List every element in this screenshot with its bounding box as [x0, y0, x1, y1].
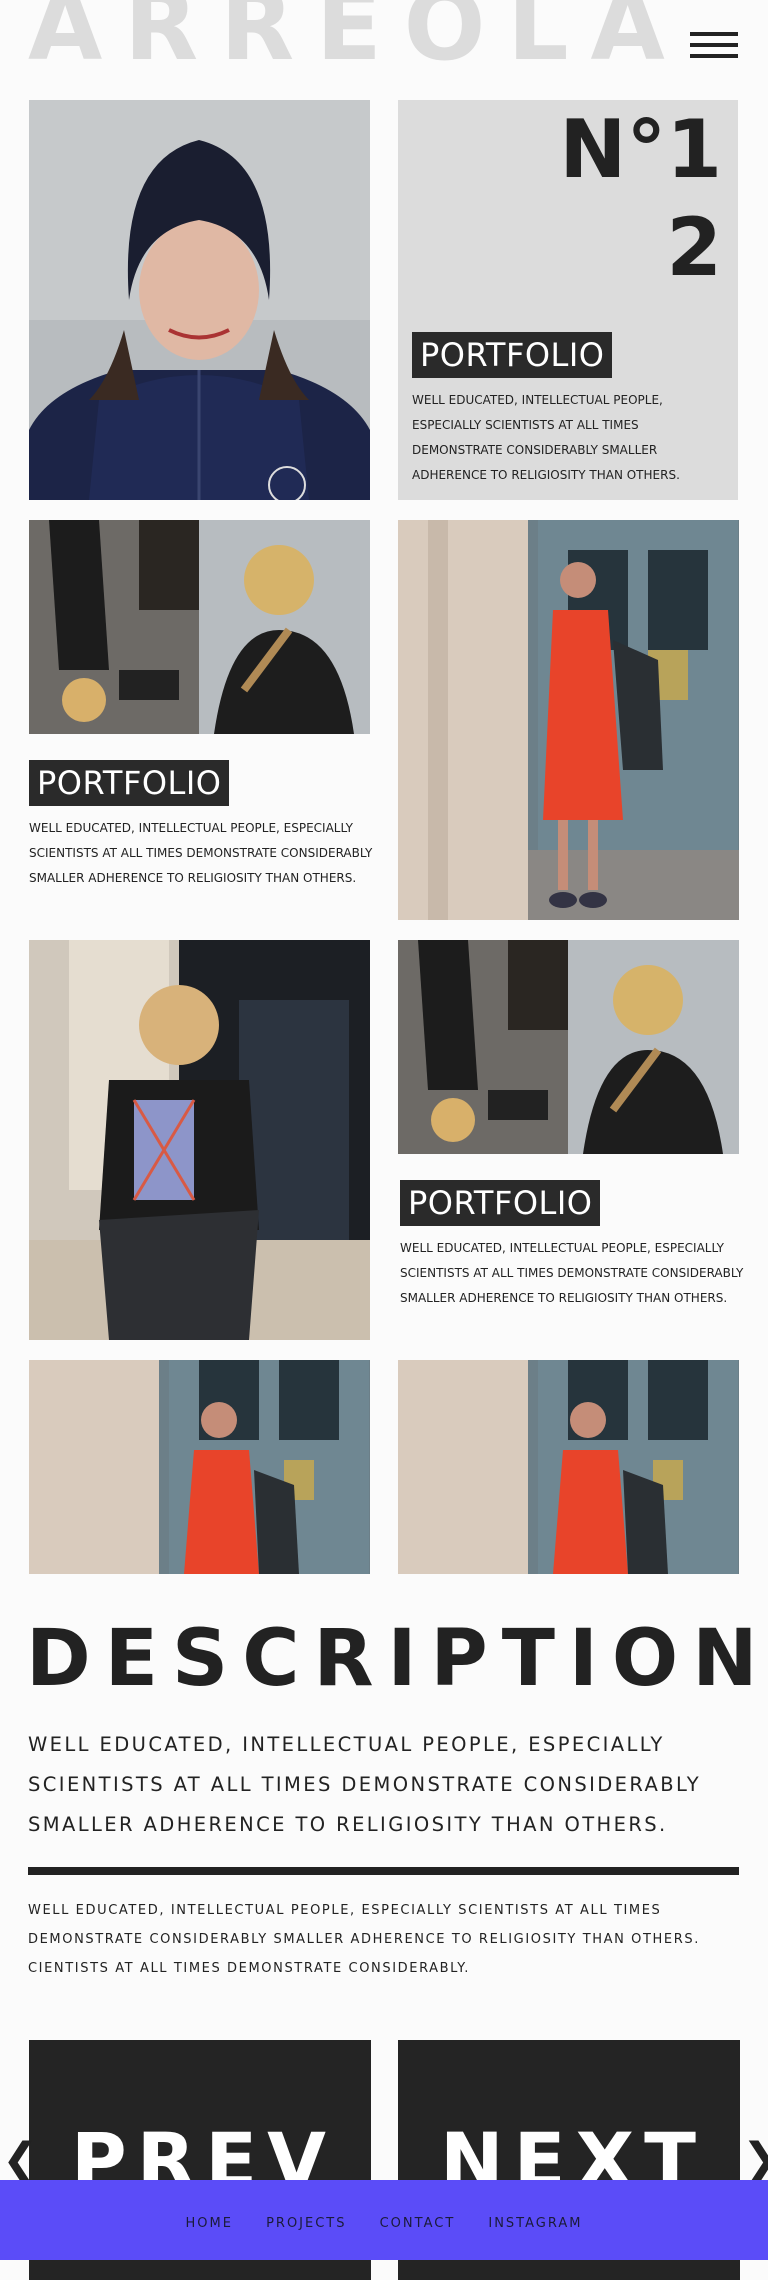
description-heading: DESCRIPTION [26, 1614, 768, 1704]
number-label: N°1 [559, 103, 722, 196]
photo-collage-fashion[interactable] [398, 940, 739, 1154]
number-label-second: 2 [666, 201, 722, 294]
portfolio-tag[interactable]: PORTFOLIO [29, 760, 230, 806]
portfolio-tag-label: PORTFOLIO [400, 1180, 601, 1226]
photo-hooded-portrait[interactable] [29, 100, 370, 500]
footer-nav: HOME PROJECTS CONTACT INSTAGRAM [0, 2180, 768, 2260]
portfolio-tag[interactable]: PORTFOLIO [400, 1180, 601, 1226]
chevron-right-icon[interactable]: ❯ [742, 2138, 768, 2182]
brand-logo[interactable]: ARREOLA [28, 0, 687, 74]
photo-street-walk[interactable] [29, 940, 370, 1340]
footer-link-contact[interactable]: CONTACT [380, 2216, 456, 2231]
footer-link-instagram[interactable]: INSTAGRAM [488, 2216, 582, 2231]
footer-link-projects[interactable]: PROJECTS [266, 2216, 346, 2231]
photo-red-dress-crop[interactable] [29, 1360, 370, 1574]
description-subtitle: WELL EDUCATED, INTELLECTUAL PEOPLE, ESPE… [28, 1733, 702, 1836]
portfolio-tag[interactable]: PORTFOLIO [412, 332, 613, 378]
hamburger-menu-icon[interactable] [690, 32, 738, 62]
footer-link-home[interactable]: HOME [186, 2216, 233, 2231]
chevron-left-icon[interactable]: ❮ [2, 2138, 39, 2182]
divider [28, 1867, 739, 1875]
portfolio-tag-label: PORTFOLIO [29, 760, 230, 806]
photo-collage-fashion[interactable] [29, 520, 370, 734]
card-text: WELL EDUCATED, INTELLECTUAL PEOPLE, ESPE… [412, 393, 680, 482]
portfolio-tag-label: PORTFOLIO [412, 332, 613, 378]
description-body: WELL EDUCATED, INTELLECTUAL PEOPLE, ESPE… [28, 1903, 700, 1976]
featured-card: N°1 2 PORTFOLIO WELL EDUCATED, INTELLECT… [398, 100, 738, 500]
card-text: WELL EDUCATED, INTELLECTUAL PEOPLE, ESPE… [400, 1241, 744, 1305]
card-text: WELL EDUCATED, INTELLECTUAL PEOPLE, ESPE… [29, 821, 373, 885]
photo-red-dress[interactable] [398, 520, 739, 920]
photo-red-dress-crop[interactable] [398, 1360, 739, 1574]
